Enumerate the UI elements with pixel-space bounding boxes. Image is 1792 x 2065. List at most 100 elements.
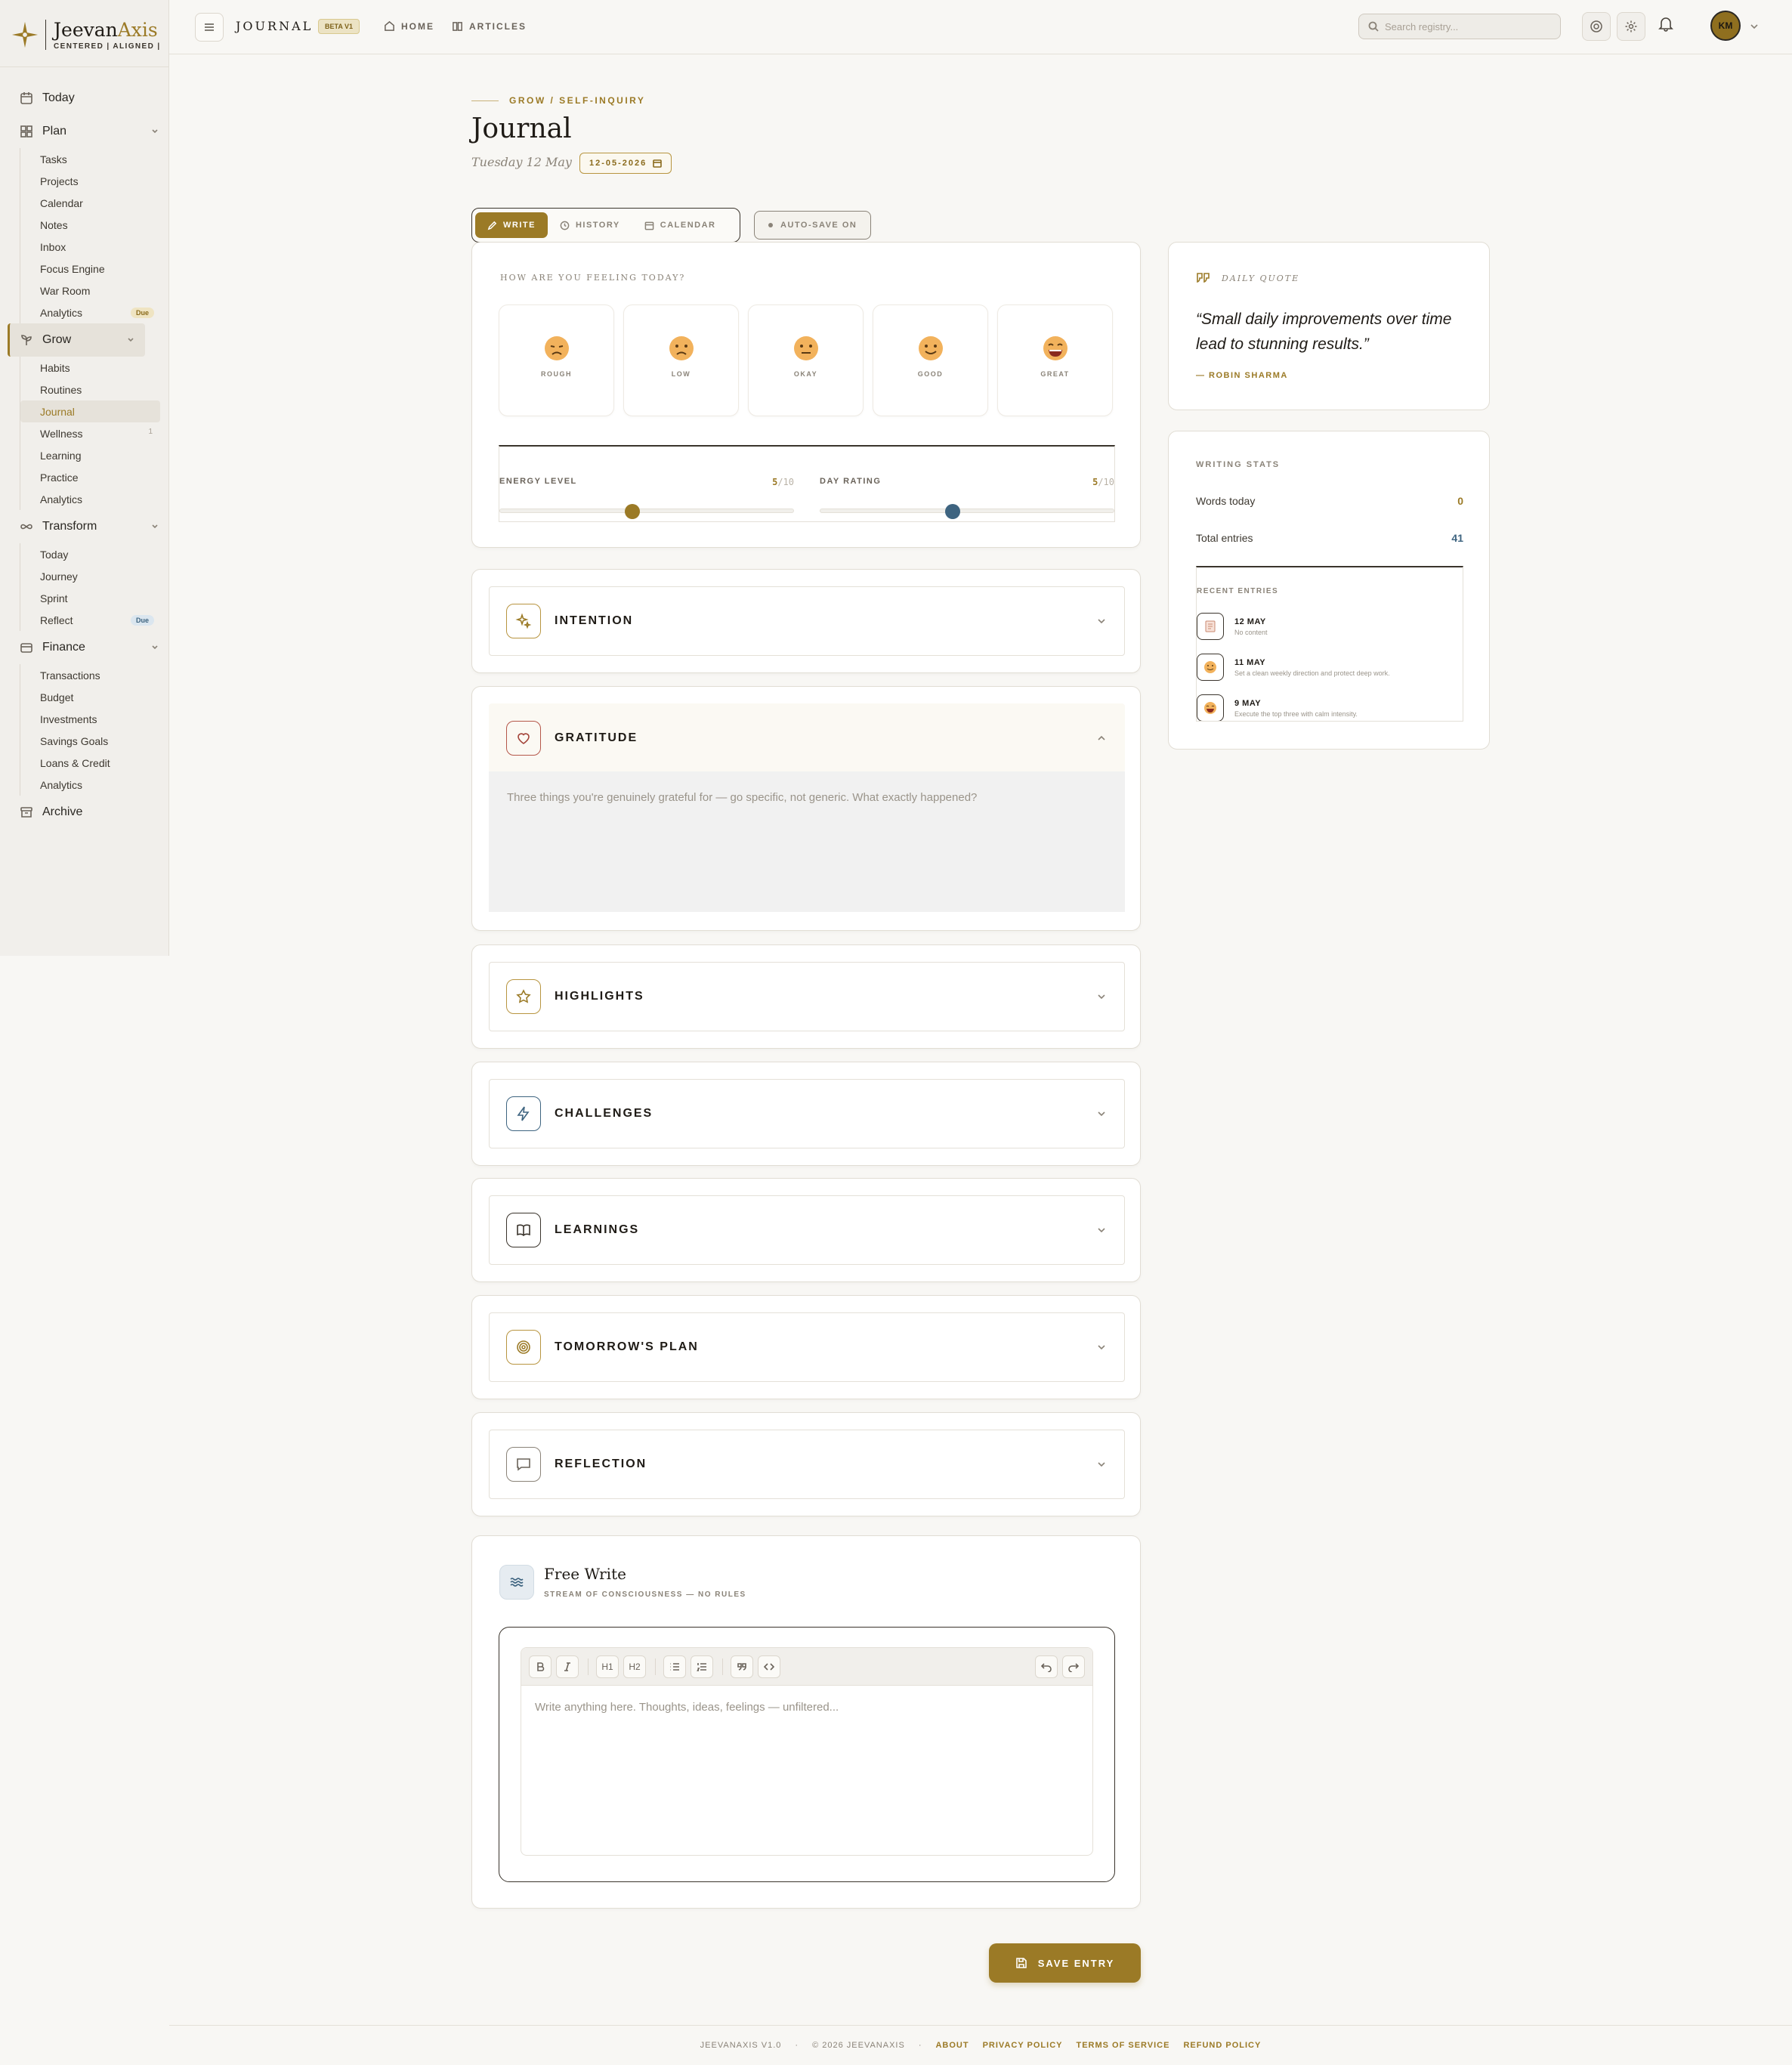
sidebar-section-transform[interactable]: Transform (0, 510, 169, 543)
energy-level-slider[interactable] (499, 504, 794, 519)
highlights-label: HIGHLIGHTS (555, 990, 644, 1003)
highlights-section-header[interactable]: HIGHLIGHTS (489, 962, 1125, 1031)
mood-great[interactable]: GREAT (997, 304, 1113, 416)
sidebar-item-sprint[interactable]: Sprint (20, 587, 169, 609)
day-slider-thumb[interactable] (944, 504, 960, 519)
mood-card: HOW ARE YOU FEELING TODAY? ROUGH LOW OKA… (471, 242, 1141, 548)
daily-quote-header: DAILY QUOTE (1196, 271, 1299, 285)
mood-low[interactable]: LOW (623, 304, 739, 416)
sidebar-item-journal[interactable]: Journal (20, 400, 160, 422)
star-icon (516, 989, 531, 1003)
day-rating-slider[interactable] (820, 504, 1114, 519)
sidebar-item-routines[interactable]: Routines (20, 379, 169, 400)
learnings-section-header[interactable]: LEARNINGS (489, 1195, 1125, 1265)
gratitude-card: GRATITUDE Three things you're genuinely … (471, 686, 1141, 931)
footer-refund-link[interactable]: REFUND POLICY (1183, 2041, 1261, 2050)
italic-button[interactable] (556, 1655, 579, 1678)
sidebar-section-finance[interactable]: Finance (0, 631, 169, 664)
sidebar-item-learning[interactable]: Learning (20, 444, 169, 466)
tab-history[interactable]: HISTORY (548, 212, 632, 238)
menu-toggle-button[interactable] (195, 13, 224, 42)
sidebar-item-calendar[interactable]: Calendar (20, 192, 169, 214)
footer: JEEVANAXIS V1.0 · © 2026 JEEVANAXIS · AB… (169, 2025, 1792, 2065)
heading-2-button[interactable]: H2 (623, 1655, 646, 1678)
heading-1-button[interactable]: H1 (596, 1655, 619, 1678)
numbered-list-icon (697, 1662, 706, 1671)
save-entry-button[interactable]: SAVE ENTRY (989, 1943, 1141, 1983)
sidebar: JeevanAxis CENTERED | ALIGNED | Today Pl… (0, 0, 169, 956)
sidebar-item-savings-goals[interactable]: Savings Goals (20, 730, 169, 752)
gratitude-section-header[interactable]: GRATITUDE (489, 703, 1125, 773)
heart-icon (518, 733, 530, 744)
gratitude-icon-box (506, 721, 541, 756)
numbered-list-button[interactable] (691, 1655, 713, 1678)
autosave-toggle[interactable]: AUTO-SAVE ON (754, 211, 872, 240)
brand-logo[interactable]: JeevanAxis CENTERED | ALIGNED | (11, 15, 161, 54)
reflection-card: REFLECTION (471, 1412, 1141, 1516)
sidebar-item-investments[interactable]: Investments (20, 708, 169, 730)
sidebar-item-war-room[interactable]: War Room (20, 280, 169, 301)
beta-badge: BETA V1 (318, 19, 360, 34)
day-rating-group: DAY RATING 5/10 (820, 477, 1114, 519)
intention-section-header[interactable]: INTENTION (489, 586, 1125, 656)
settings-button[interactable] (1617, 12, 1645, 41)
tomorrow-plan-section-header[interactable]: TOMORROW'S PLAN (489, 1312, 1125, 1382)
bold-button[interactable] (529, 1655, 552, 1678)
nav-articles-link[interactable]: ARTICLES (452, 20, 527, 32)
recent-entry[interactable]: 11 MAY Set a clean weekly direction and … (1197, 654, 1390, 681)
date-picker-button[interactable]: 12-05-2026 (579, 153, 672, 174)
free-write-input[interactable]: Write anything here. Thoughts, ideas, fe… (521, 1686, 1092, 1729)
code-button[interactable] (758, 1655, 780, 1678)
gratitude-textarea[interactable]: Three things you're genuinely grateful f… (489, 771, 1125, 912)
help-button[interactable] (1582, 12, 1611, 41)
recent-entry[interactable]: 9 MAY Execute the top three with calm in… (1197, 694, 1358, 721)
mood-good[interactable]: GOOD (873, 304, 988, 416)
quote-text: “Small daily improvements over time lead… (1196, 311, 1452, 353)
highlights-icon-box (506, 979, 541, 1014)
sidebar-item-archive[interactable]: Archive (0, 796, 169, 829)
footer-terms-link[interactable]: TERMS OF SERVICE (1076, 2041, 1169, 2050)
sidebar-item-wellness[interactable]: Wellness 1 (20, 422, 169, 444)
sidebar-item-reflect[interactable]: Reflect Due (20, 609, 169, 631)
challenges-section-header[interactable]: CHALLENGES (489, 1079, 1125, 1148)
avatar[interactable]: KM (1710, 11, 1741, 41)
footer-privacy-link[interactable]: PRIVACY POLICY (983, 2041, 1063, 2050)
sidebar-section-plan[interactable]: Plan (0, 115, 169, 148)
recent-entry[interactable]: 12 MAY No content (1197, 613, 1268, 640)
sidebar-item-focus-engine[interactable]: Focus Engine (20, 258, 169, 280)
undo-button[interactable] (1035, 1655, 1058, 1678)
sidebar-item-finance-analytics[interactable]: Analytics (20, 774, 169, 796)
search-input[interactable]: Search registry... (1358, 14, 1561, 39)
notifications-button[interactable] (1658, 15, 1674, 36)
code-icon (764, 1662, 774, 1671)
sidebar-item-today[interactable]: Today (0, 82, 169, 115)
sidebar-item-inbox[interactable]: Inbox (20, 236, 169, 258)
sidebar-item-grow-analytics[interactable]: Analytics (20, 488, 169, 510)
energy-slider-thumb[interactable] (624, 504, 640, 519)
mood-options: ROUGH LOW OKAY GOOD GREAT (499, 304, 1113, 416)
footer-about-link[interactable]: ABOUT (935, 2041, 969, 2050)
reflection-section-header[interactable]: REFLECTION (489, 1430, 1125, 1499)
sidebar-section-grow[interactable]: Grow (8, 323, 145, 357)
tab-calendar[interactable]: CALENDAR (632, 212, 728, 238)
mood-rough[interactable]: ROUGH (499, 304, 614, 416)
tab-write[interactable]: WRITE (475, 212, 548, 238)
sidebar-item-journey[interactable]: Journey (20, 565, 169, 587)
sidebar-item-practice[interactable]: Practice (20, 466, 169, 488)
nav-home-link[interactable]: HOME (384, 20, 434, 32)
sidebar-item-plan-analytics[interactable]: Analytics Due (20, 301, 169, 323)
sidebar-item-habits[interactable]: Habits (20, 357, 169, 379)
reflection-label: REFLECTION (555, 1458, 647, 1470)
sidebar-item-transactions[interactable]: Transactions (20, 664, 169, 686)
sidebar-item-transform-today[interactable]: Today (20, 543, 169, 565)
sidebar-item-budget[interactable]: Budget (20, 686, 169, 708)
sidebar-item-notes[interactable]: Notes (20, 214, 169, 236)
sidebar-item-loans-credit[interactable]: Loans & Credit (20, 752, 169, 774)
quote-button[interactable] (731, 1655, 753, 1678)
bullet-list-button[interactable] (663, 1655, 686, 1678)
redo-button[interactable] (1062, 1655, 1085, 1678)
mood-okay[interactable]: OKAY (748, 304, 864, 416)
sidebar-item-projects[interactable]: Projects (20, 170, 169, 192)
chevron-down-icon[interactable] (1750, 23, 1759, 30)
sidebar-item-tasks[interactable]: Tasks (20, 148, 169, 170)
